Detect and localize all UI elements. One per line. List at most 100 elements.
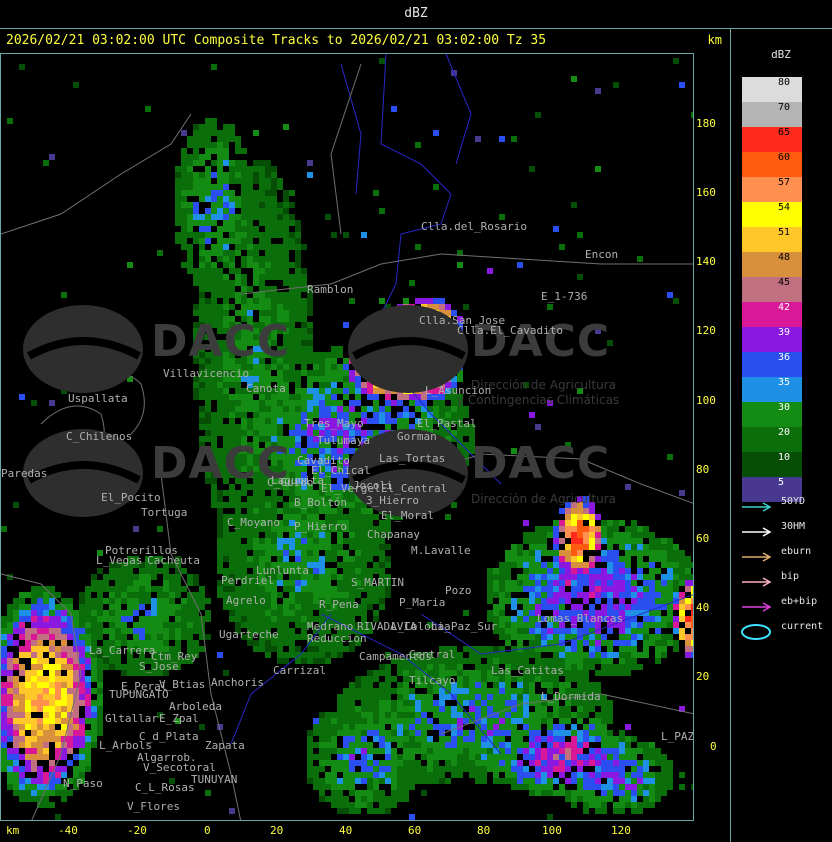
reflectivity-cell: [253, 418, 259, 424]
reflectivity-cell: [1, 652, 7, 658]
reflectivity-cell: [103, 598, 109, 604]
reflectivity-cell: [43, 700, 49, 706]
reflectivity-cell: [643, 526, 649, 532]
reflectivity-cell: [379, 568, 385, 574]
reflectivity-cell: [379, 796, 385, 802]
reflectivity-cell: [19, 646, 25, 652]
reflectivity-cell: [343, 754, 349, 760]
reflectivity-cell: [385, 778, 391, 784]
reflectivity-cell: [391, 730, 397, 736]
reflectivity-cell: [649, 598, 655, 604]
reflectivity-cell: [73, 754, 79, 760]
reflectivity-cell: [391, 778, 397, 784]
reflectivity-cell: [565, 682, 571, 688]
reflectivity-cell: [79, 670, 85, 676]
reflectivity-cell: [463, 682, 469, 688]
reflectivity-cell: [517, 262, 523, 268]
reflectivity-cell: [553, 532, 559, 538]
reflectivity-cell: [373, 760, 379, 766]
reflectivity-cell: [211, 124, 217, 130]
reflectivity-cell: [205, 178, 211, 184]
reflectivity-cell: [193, 142, 199, 148]
reflectivity-cell: [235, 394, 241, 400]
reflectivity-cell: [25, 616, 31, 622]
reflectivity-cell: [25, 778, 31, 784]
reflectivity-cell: [49, 640, 55, 646]
reflectivity-cell: [469, 688, 475, 694]
reflectivity-cell: [559, 634, 565, 640]
reflectivity-cell: [295, 358, 301, 364]
reflectivity-cell: [319, 388, 325, 394]
reflectivity-cell: [175, 220, 181, 226]
reflectivity-cell: [619, 532, 625, 538]
reflectivity-cell: [181, 244, 187, 250]
reflectivity-cell: [217, 388, 223, 394]
reflectivity-cell: [97, 622, 103, 628]
radar-map[interactable]: DACC DACC Dirección de Agricultura y Con…: [0, 53, 694, 821]
reflectivity-cell: [385, 688, 391, 694]
reflectivity-cell: [217, 562, 223, 568]
reflectivity-cell: [289, 586, 295, 592]
reflectivity-cell: [37, 682, 43, 688]
reflectivity-cell: [343, 784, 349, 790]
reflectivity-cell: [469, 754, 475, 760]
reflectivity-cell: [559, 772, 565, 778]
reflectivity-cell: [73, 742, 79, 748]
reflectivity-cell: [175, 238, 181, 244]
reflectivity-cell: [283, 292, 289, 298]
reflectivity-cell: [637, 586, 643, 592]
reflectivity-cell: [205, 304, 211, 310]
reflectivity-cell: [205, 400, 211, 406]
reflectivity-cell: [295, 376, 301, 382]
reflectivity-cell: [85, 676, 91, 682]
reflectivity-cell: [37, 676, 43, 682]
reflectivity-cell: [265, 412, 271, 418]
reflectivity-cell: [337, 718, 343, 724]
reflectivity-cell: [415, 772, 421, 778]
reflectivity-cell: [193, 136, 199, 142]
reflectivity-cell: [307, 610, 313, 616]
reflectivity-cell: [307, 400, 313, 406]
reflectivity-cell: [391, 736, 397, 742]
reflectivity-cell: [637, 790, 643, 796]
reflectivity-cell: [37, 694, 43, 700]
reflectivity-cell: [91, 670, 97, 676]
place-label: P_Maria: [399, 596, 446, 609]
reflectivity-cell: [253, 538, 259, 544]
reflectivity-cell: [619, 772, 625, 778]
reflectivity-cell: [7, 760, 13, 766]
reflectivity-cell: [223, 256, 229, 262]
reflectivity-cell: [265, 226, 271, 232]
reflectivity-cell: [31, 652, 37, 658]
reflectivity-cell: [655, 592, 661, 598]
watermark-brand: DACC: [471, 438, 611, 489]
reflectivity-cell: [133, 628, 139, 634]
reflectivity-cell: [13, 724, 19, 730]
reflectivity-cell: [523, 562, 529, 568]
reflectivity-cell: [403, 748, 409, 754]
reflectivity-cell: [451, 664, 457, 670]
reflectivity-cell: [229, 124, 235, 130]
reflectivity-cell: [79, 754, 85, 760]
reflectivity-cell: [115, 598, 121, 604]
reflectivity-cell: [307, 586, 313, 592]
reflectivity-cell: [319, 784, 325, 790]
reflectivity-cell: [571, 778, 577, 784]
reflectivity-cell: [601, 658, 607, 664]
reflectivity-cell: [229, 556, 235, 562]
reflectivity-cell: [385, 748, 391, 754]
reflectivity-cell: [379, 406, 385, 412]
reflectivity-cell: [583, 796, 589, 802]
reflectivity-cell: [487, 760, 493, 766]
reflectivity-cell: [577, 730, 583, 736]
reflectivity-cell: [253, 280, 259, 286]
reflectivity-cell: [235, 532, 241, 538]
reflectivity-cell: [91, 586, 97, 592]
reflectivity-cell: [277, 424, 283, 430]
reflectivity-cell: [319, 352, 325, 358]
reflectivity-cell: [667, 766, 673, 772]
reflectivity-cell: [679, 490, 685, 496]
reflectivity-cell: [259, 190, 265, 196]
reflectivity-cell: [199, 286, 205, 292]
reflectivity-cell: [553, 586, 559, 592]
